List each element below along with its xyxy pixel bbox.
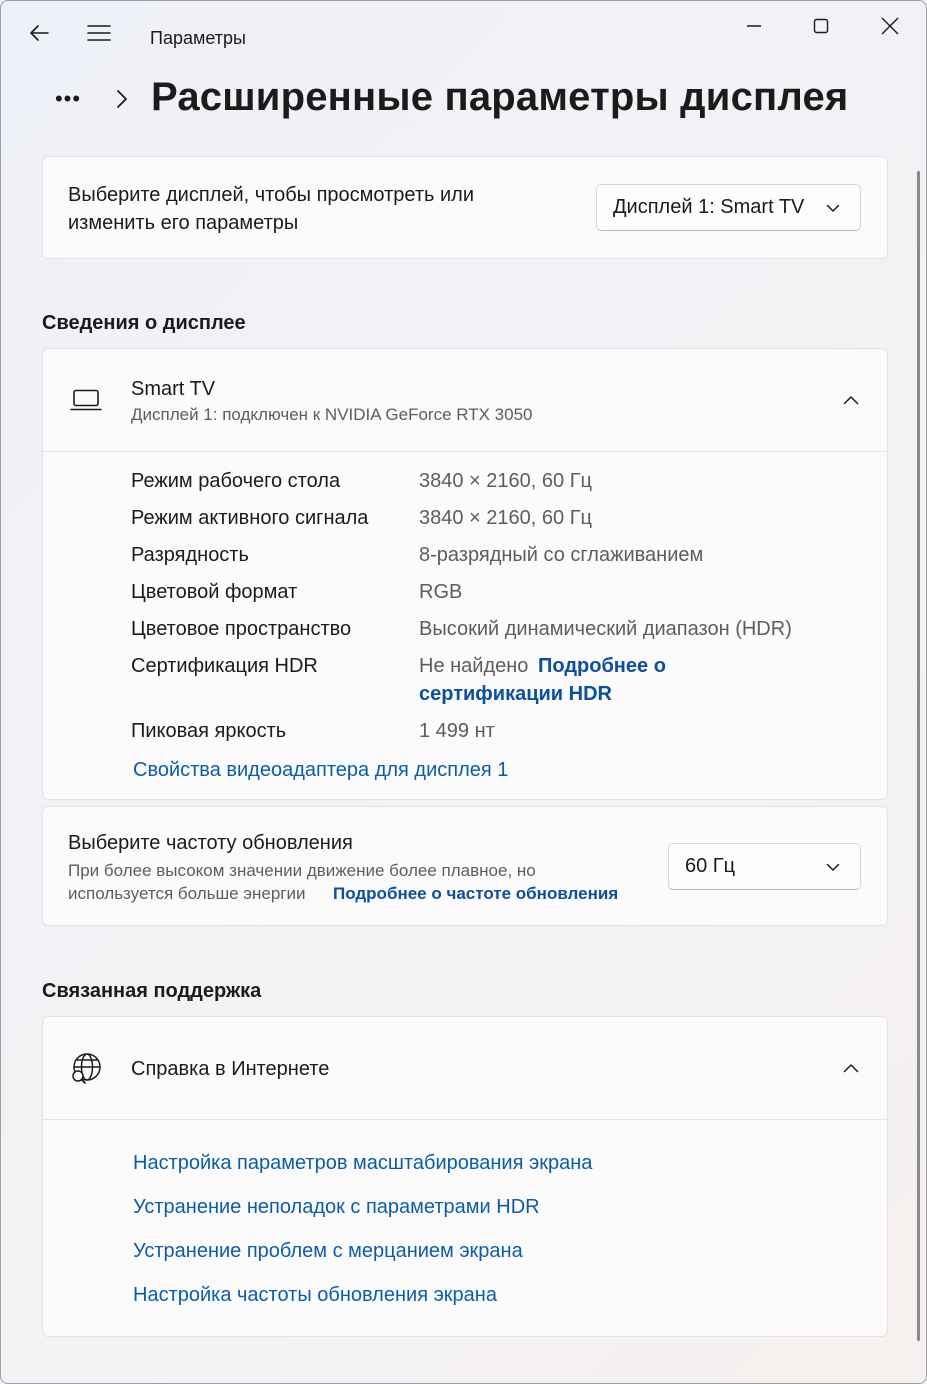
- help-link-hdr[interactable]: Устранение неполадок с параметрами HDR: [133, 1196, 540, 1219]
- chevron-down-icon: [826, 863, 840, 871]
- laptop-icon: [70, 389, 102, 411]
- display-dropdown[interactable]: Дисплей 1: Smart TV: [596, 184, 861, 231]
- row-label-peak-brightness: Пиковая яркость: [131, 720, 287, 742]
- app-title: Параметры: [150, 28, 246, 48]
- maximize-button[interactable]: [798, 11, 844, 41]
- refresh-rate-dropdown-value: 60 Гц: [685, 855, 736, 877]
- refresh-rate-desc-line2: используется больше энергии: [68, 884, 306, 903]
- close-button[interactable]: [867, 11, 913, 41]
- display-info-heading: Сведения о дисплее: [42, 312, 246, 334]
- row-value-peak-brightness: 1 499 нт: [419, 720, 495, 742]
- display-subtitle: Дисплей 1: подключен к NVIDIA GeForce RT…: [131, 405, 533, 424]
- help-link-flicker[interactable]: Устранение проблем с мерцанием экрана: [133, 1240, 523, 1263]
- settings-window: Параметры ••• Расширенные параметры дисп…: [0, 0, 927, 1384]
- row-value-bit-depth: 8-разрядный со сглаживанием: [419, 544, 704, 566]
- breadcrumb: •••: [46, 73, 128, 125]
- page-title: Расширенные параметры дисплея: [151, 75, 849, 119]
- row-value-desktop-mode: 3840 × 2160, 60 Гц: [419, 470, 592, 492]
- display-info-header[interactable]: Smart TV Дисплей 1: подключен к NVIDIA G…: [43, 349, 887, 452]
- row-label-hdr-cert: Сертификация HDR: [131, 655, 318, 677]
- back-button[interactable]: [19, 13, 59, 53]
- chevron-up-icon: [843, 396, 859, 405]
- minimize-icon: [747, 25, 761, 27]
- maximize-icon: [813, 18, 829, 34]
- chevron-down-icon: [826, 204, 840, 212]
- minimize-button[interactable]: [731, 11, 777, 41]
- display-name: Smart TV: [131, 378, 216, 400]
- refresh-rate-title: Выберите частоту обновления: [68, 832, 353, 854]
- close-icon: [881, 17, 899, 35]
- chevron-up-icon: [843, 1064, 859, 1073]
- hdr-cert-link-line2[interactable]: сертификации HDR: [419, 683, 612, 706]
- row-label-active-signal: Режим активного сигнала: [131, 507, 369, 529]
- row-value-hdr-cert: Не найдено: [419, 655, 529, 677]
- help-link-scaling[interactable]: Настройка параметров масштабирования экр…: [133, 1152, 592, 1175]
- row-label-desktop-mode: Режим рабочего стола: [131, 470, 341, 492]
- web-help-header[interactable]: Справка в Интернете: [43, 1017, 887, 1120]
- nav-menu-button[interactable]: [79, 13, 119, 53]
- refresh-rate-link[interactable]: Подробнее о частоте обновления: [333, 884, 618, 904]
- row-label-bit-depth: Разрядность: [131, 544, 249, 566]
- support-heading: Связанная поддержка: [42, 980, 262, 1002]
- row-value-active-signal: 3840 × 2160, 60 Гц: [419, 507, 592, 529]
- web-help-title: Справка в Интернете: [131, 1058, 330, 1080]
- refresh-rate-desc-line1: При более высоком значении движение боле…: [68, 861, 536, 880]
- help-link-refresh[interactable]: Настройка частоты обновления экрана: [133, 1284, 497, 1307]
- display-dropdown-value: Дисплей 1: Smart TV: [613, 196, 805, 218]
- globe-search-icon: [72, 1053, 101, 1084]
- row-label-color-space: Цветовое пространство: [131, 618, 352, 640]
- hamburger-icon: [87, 25, 111, 41]
- row-label-color-format: Цветовой формат: [131, 581, 298, 603]
- display-select-card: Выберите дисплей, чтобы просмотреть или …: [42, 156, 888, 259]
- refresh-rate-dropdown[interactable]: 60 Гц: [668, 843, 861, 890]
- breadcrumb-more-button[interactable]: •••: [46, 86, 90, 112]
- display-select-label: Выберите дисплей, чтобы просмотреть или …: [68, 184, 474, 234]
- title-bar: Параметры: [1, 1, 926, 75]
- row-value-color-space: Высокий динамический диапазон (HDR): [419, 618, 792, 640]
- back-arrow-icon: [30, 25, 49, 41]
- scrollbar[interactable]: [917, 171, 920, 1341]
- row-value-color-format: RGB: [419, 581, 463, 603]
- hdr-cert-link-line1[interactable]: Подробнее о: [538, 655, 666, 678]
- refresh-rate-card: Выберите частоту обновления При более вы…: [42, 806, 888, 926]
- adapter-properties-link[interactable]: Свойства видеоадаптера для дисплея 1: [133, 759, 508, 782]
- chevron-right-icon: [117, 90, 127, 108]
